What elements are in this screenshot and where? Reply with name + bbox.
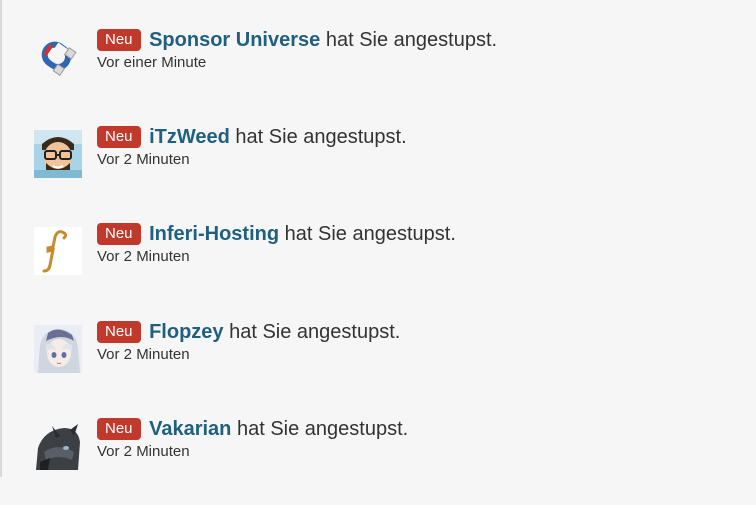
notification-action: hat Sie angestupst. — [325, 29, 498, 51]
notification-item[interactable]: Neu iTzWeed hat Sie angestupst. Vor 2 Mi… — [0, 123, 756, 213]
username-link[interactable]: iTzWeed — [149, 126, 230, 148]
notification-time: Vor einer Minute — [97, 54, 207, 71]
notification-time: Vor 2 Minuten — [97, 443, 190, 460]
username-link[interactable]: Sponsor Universe — [149, 29, 320, 51]
notification-item[interactable]: Neu Sponsor Universe hat Sie angestupst.… — [0, 26, 756, 116]
new-badge: Neu — [97, 29, 141, 51]
username-link[interactable]: Inferi-Hosting — [149, 223, 279, 245]
username-link[interactable]: Flopzey — [149, 321, 223, 343]
notification-list: Neu Sponsor Universe hat Sie angestupst.… — [0, 0, 756, 477]
new-badge: Neu — [97, 223, 141, 245]
flopzey-avatar-icon — [34, 325, 82, 373]
new-badge: Neu — [97, 126, 141, 148]
notification-action: hat Sie angestupst. — [236, 418, 409, 440]
notification-time: Vor 2 Minuten — [97, 346, 190, 363]
vakarian-avatar-icon — [34, 422, 82, 470]
itzweed-avatar-icon — [34, 130, 82, 178]
notification-text: Neu Sponsor Universe hat Sie angestupst. — [97, 26, 497, 54]
notification-text: Neu Inferi-Hosting hat Sie angestupst. — [97, 220, 456, 248]
new-badge: Neu — [97, 418, 141, 440]
notification-text: Neu Vakarian hat Sie angestupst. — [97, 415, 408, 443]
notification-item[interactable]: Neu Inferi-Hosting hat Sie angestupst. V… — [0, 220, 756, 310]
notification-action: hat Sie angestupst. — [284, 223, 456, 245]
notification-time: Vor 2 Minuten — [97, 248, 190, 265]
avatar[interactable] — [34, 227, 82, 275]
notification-text: Neu Flopzey hat Sie angestupst. — [97, 318, 400, 346]
notification-item[interactable]: Neu Flopzey hat Sie angestupst. Vor 2 Mi… — [0, 318, 756, 408]
avatar[interactable] — [34, 33, 82, 81]
sponsor-universe-avatar-icon — [34, 33, 82, 81]
notification-action: hat Sie angestupst. — [235, 126, 407, 148]
avatar[interactable] — [34, 325, 82, 373]
notification-item[interactable]: Neu Vakarian hat Sie angestupst. Vor 2 M… — [0, 415, 756, 505]
avatar[interactable] — [34, 130, 82, 178]
notification-time: Vor 2 Minuten — [97, 151, 190, 168]
avatar[interactable] — [34, 422, 82, 470]
inferi-hosting-avatar-icon — [34, 227, 82, 275]
notification-action: hat Sie angestupst. — [229, 321, 401, 343]
new-badge: Neu — [97, 321, 141, 343]
notification-text: Neu iTzWeed hat Sie angestupst. — [97, 123, 407, 151]
username-link[interactable]: Vakarian — [149, 418, 231, 440]
